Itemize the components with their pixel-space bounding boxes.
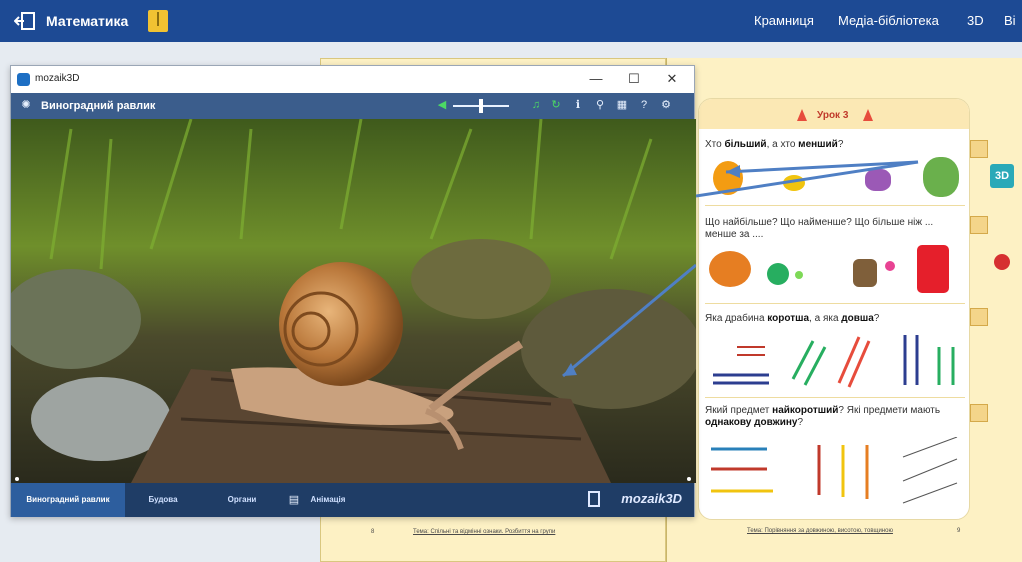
bell-icon <box>797 109 807 121</box>
question-3: Яка драбина коротша, а яка довша? <box>705 313 880 324</box>
pencils-picture <box>711 437 958 504</box>
divider <box>705 397 965 398</box>
mozaik3d-brand: mozaik3D <box>621 491 682 506</box>
question-4: Який предмет найкоротший? Які предмети м… <box>705 405 941 428</box>
backpack-picture <box>853 259 877 287</box>
bell-icon <box>863 109 873 121</box>
divider <box>705 205 965 206</box>
frog-picture <box>923 157 959 197</box>
pink-ball-picture <box>885 261 895 271</box>
open-3d-button[interactable]: 3D <box>990 164 1014 188</box>
3d-scene-viewport[interactable] <box>11 119 696 483</box>
mozaik-logo-icon <box>17 73 30 86</box>
document-icon[interactable] <box>588 491 600 507</box>
nav-more[interactable]: Ві <box>1004 13 1016 28</box>
scene-title: Виноградний равлик <box>41 100 156 112</box>
maximize-button[interactable]: ☐ <box>623 70 645 88</box>
lesson-header: Урок 3 <box>699 99 969 129</box>
tab-structure[interactable]: Будова <box>125 483 201 517</box>
book-icon[interactable] <box>148 10 168 32</box>
lesson-title: Урок 3 <box>817 110 849 121</box>
pea-picture <box>795 271 803 279</box>
expand-button[interactable] <box>970 404 988 422</box>
ladders-picture <box>713 335 955 388</box>
expand-button[interactable] <box>970 308 988 326</box>
page-footer-left: Тема: Спільні та відмінні ознаки. Розбит… <box>413 529 556 535</box>
scene-dot <box>687 477 691 481</box>
suitcase-picture <box>917 245 949 293</box>
help-icon[interactable]: ? <box>637 98 651 112</box>
nav-3d[interactable]: 3D <box>967 13 984 28</box>
music-icon[interactable]: ♫ <box>529 98 543 112</box>
close-button[interactable]: ✕ <box>661 70 683 88</box>
volume-icon[interactable]: ◀ <box>435 98 449 112</box>
scene-tabs: Виноградний равлик Будова Органи ▤ Аніма… <box>11 483 694 517</box>
divider <box>705 303 965 304</box>
scene-toolbar: ✺ Виноградний равлик ◀ ♫ ↻ ℹ ⚲ ▦ ? ⚙ <box>11 93 694 119</box>
app-title: Математика <box>46 13 129 29</box>
page-number-left: 8 <box>371 529 375 535</box>
top-bar: Математика Крамниця Медіа-бібліотека 3D … <box>0 0 1022 42</box>
tab-grape-snail[interactable]: Виноградний равлик <box>11 483 125 517</box>
tab-organs[interactable]: Органи <box>201 483 283 517</box>
arrow-annotation <box>696 160 919 198</box>
nav-shop[interactable]: Крамниця <box>754 13 814 28</box>
volume-slider-handle[interactable] <box>479 99 483 113</box>
loading-icon: ✺ <box>21 99 31 111</box>
tab-animation[interactable]: Анімація <box>303 483 353 517</box>
settings-icon[interactable]: ⚙ <box>659 98 673 112</box>
expand-button[interactable] <box>970 216 988 234</box>
info-icon[interactable]: ℹ <box>571 98 585 112</box>
window-app-name: mozaik3D <box>35 73 80 84</box>
apple-icon[interactable] <box>994 254 1010 270</box>
mozaik3d-window: mozaik3D — ☐ ✕ ✺ Виноградний равлик ◀ ♫ … <box>10 65 696 517</box>
watermelon-picture <box>767 263 789 285</box>
link-icon[interactable]: ⚲ <box>593 98 607 112</box>
minimize-button[interactable]: — <box>585 70 607 88</box>
animation-icon[interactable]: ▤ <box>287 493 301 507</box>
snail-scene <box>11 119 696 483</box>
expand-button[interactable] <box>970 140 988 158</box>
pumpkin-picture <box>709 251 751 287</box>
reset-icon[interactable]: ↻ <box>549 98 563 112</box>
nav-media-library[interactable]: Медіа-бібліотека <box>838 13 939 28</box>
page-number-right: 9 <box>957 528 961 534</box>
grid-icon[interactable]: ▦ <box>615 98 629 112</box>
question-2: Що найбільше? Що найменше? Що більше ніж… <box>705 217 934 240</box>
exit-icon[interactable] <box>14 12 36 30</box>
scene-dot <box>15 477 19 481</box>
page-footer-right: Тема: Порівняння за довжиною, висотою, т… <box>747 528 893 534</box>
window-titlebar: mozaik3D — ☐ ✕ <box>11 66 694 93</box>
